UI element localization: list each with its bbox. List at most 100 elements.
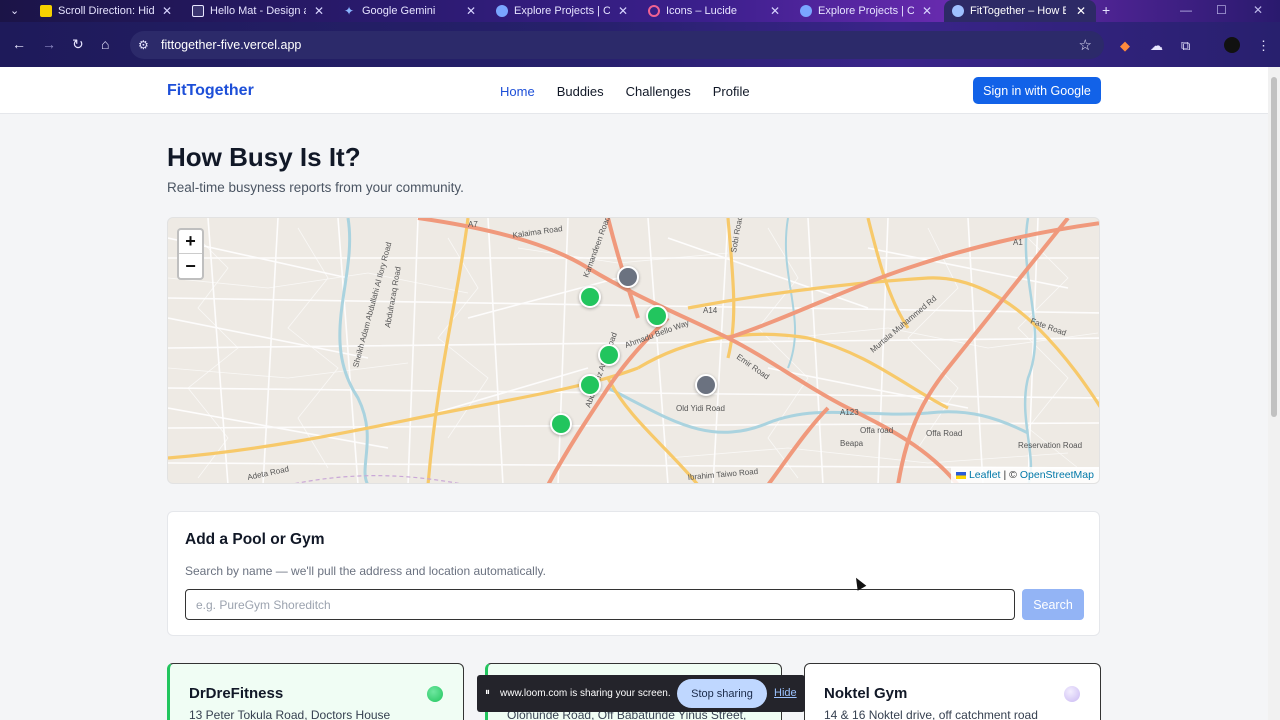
zoom-in-button[interactable]: + xyxy=(179,230,202,254)
hide-banner-link[interactable]: Hide xyxy=(774,687,797,699)
map-road-label: Adeta Road xyxy=(247,464,290,482)
back-icon[interactable]: ← xyxy=(12,36,26,52)
stop-sharing-button[interactable]: Stop sharing xyxy=(677,679,767,708)
map-marker-unknown[interactable] xyxy=(617,266,639,288)
tab-search-icon[interactable]: ⌄ xyxy=(10,4,19,17)
tab-favicon-icon xyxy=(952,5,964,17)
map-marker-quiet[interactable] xyxy=(598,344,620,366)
tab-favicon-icon xyxy=(496,5,508,17)
scrollbar-thumb[interactable] xyxy=(1271,77,1277,417)
tab-close-icon[interactable]: ✕ xyxy=(770,4,780,18)
extension-icon[interactable]: ☁ xyxy=(1150,38,1163,54)
map-road-label: Ibrahim Taiwo Road xyxy=(687,467,758,482)
profile-avatar-icon[interactable] xyxy=(1224,37,1240,53)
address-bar[interactable]: ⚙ fittogether-five.vercel.app ☆ xyxy=(130,31,1104,59)
forward-icon[interactable]: → xyxy=(42,36,56,52)
tab-close-icon[interactable]: ✕ xyxy=(466,4,476,18)
map-road-label: Beapa xyxy=(840,439,864,448)
map-marker-quiet[interactable] xyxy=(646,305,668,327)
pause-icon[interactable]: ⏸ xyxy=(485,687,490,698)
tab-title: FitTogether – How B xyxy=(970,5,1066,17)
gym-card[interactable]: DrDreFitness 13 Peter Tokula Road, Docto… xyxy=(167,663,464,720)
bookmark-star-icon[interactable]: ☆ xyxy=(1079,36,1092,54)
attribution-separator: | © xyxy=(1003,469,1017,481)
map-road-label: A123 xyxy=(840,408,859,417)
busyness-map[interactable]: A7 Kalaima Road Kamandeen Road Sobi Road… xyxy=(167,217,1100,484)
map-road-label: A7 xyxy=(468,220,478,229)
page-scrollbar[interactable] xyxy=(1268,67,1280,720)
tab-favicon-icon xyxy=(800,5,812,17)
page: FitTogether Home Buddies Challenges Prof… xyxy=(0,67,1268,720)
brand-logo[interactable]: FitTogether xyxy=(167,82,254,100)
map-road-label: Sobi Road xyxy=(729,218,744,253)
map-road-label: A1 xyxy=(1013,238,1023,247)
extensions-puzzle-icon[interactable]: ⧉ xyxy=(1181,38,1190,54)
new-tab-icon[interactable]: + xyxy=(1102,2,1110,18)
ukraine-flag-icon xyxy=(955,471,966,479)
tab-close-icon[interactable]: ✕ xyxy=(1076,4,1086,18)
tab-close-icon[interactable]: ✕ xyxy=(162,4,172,18)
browser-tab[interactable]: Hello Mat - Design a ✕ xyxy=(184,0,334,22)
tab-title: Scroll Direction: Hide xyxy=(58,5,154,17)
gym-card[interactable]: Noktel Gym 14 & 16 Noktel drive, off cat… xyxy=(804,663,1101,720)
site-info-icon[interactable]: ⚙ xyxy=(138,38,149,52)
nav-challenges[interactable]: Challenges xyxy=(626,84,691,99)
tab-favicon-icon xyxy=(40,5,52,17)
map-marker-quiet[interactable] xyxy=(579,286,601,308)
map-road-label: Reservation Road xyxy=(1018,441,1082,450)
add-gym-title: Add a Pool or Gym xyxy=(185,531,325,548)
browser-tab-bar: ⌄ Scroll Direction: Hide ✕ Hello Mat - D… xyxy=(0,0,1280,22)
busyness-status-dot xyxy=(427,686,443,702)
minimize-icon[interactable]: — xyxy=(1180,3,1192,17)
screen-share-banner: ⏸ www.loom.com is sharing your screen. S… xyxy=(477,675,805,712)
map-road-label: Kamandeen Road xyxy=(581,218,612,279)
maximize-icon[interactable]: ☐ xyxy=(1216,3,1227,17)
gym-name: DrDreFitness xyxy=(189,685,284,702)
browser-tab[interactable]: Explore Projects | Cy ✕ xyxy=(488,0,638,22)
gym-address: 14 & 16 Noktel drive, off catchment road xyxy=(824,708,1038,720)
gemini-sparkle-icon: ✦ xyxy=(344,4,355,18)
openstreetmap-link[interactable]: OpenStreetMap xyxy=(1020,469,1094,481)
nav-home[interactable]: Home xyxy=(500,84,535,99)
tab-title: Icons – Lucide xyxy=(666,5,737,17)
map-road-label: Abdulrazaq Road xyxy=(383,266,403,328)
tab-close-icon[interactable]: ✕ xyxy=(618,4,628,18)
map-road-label: Kalaima Road xyxy=(512,224,563,240)
metamask-icon[interactable]: ◆ xyxy=(1120,38,1130,54)
map-road-label: Offa road xyxy=(860,426,893,435)
gym-search-input[interactable] xyxy=(185,589,1015,620)
map-marker-quiet[interactable] xyxy=(550,413,572,435)
tab-title: Explore Projects | Cy xyxy=(514,5,610,17)
browser-menu-icon[interactable]: ⋮ xyxy=(1257,38,1270,54)
browser-tab[interactable]: ✦ Google Gemini ✕ xyxy=(336,0,486,22)
browser-tab[interactable]: Explore Projects | Cy ✕ xyxy=(792,0,942,22)
browser-toolbar: ← → ↻ ⌂ ⚙ fittogether-five.vercel.app ☆ … xyxy=(0,22,1280,67)
map-road-label: Emir Road xyxy=(735,352,771,381)
reload-icon[interactable]: ↻ xyxy=(72,36,84,53)
browser-tab[interactable]: Icons – Lucide ✕ xyxy=(640,0,790,22)
gym-search-button[interactable]: Search xyxy=(1022,589,1084,620)
tab-title: Google Gemini xyxy=(362,5,436,17)
address-url[interactable]: fittogether-five.vercel.app xyxy=(161,38,301,52)
leaflet-link[interactable]: Leaflet xyxy=(969,469,1001,481)
sign-in-google-button[interactable]: Sign in with Google xyxy=(973,77,1101,104)
map-road-label: Old Yidi Road xyxy=(676,404,725,413)
home-icon[interactable]: ⌂ xyxy=(101,36,109,52)
close-window-icon[interactable]: ✕ xyxy=(1253,3,1263,17)
browser-tab-active[interactable]: FitTogether – How B ✕ xyxy=(944,0,1096,22)
tab-close-icon[interactable]: ✕ xyxy=(314,4,324,18)
map-marker-unknown[interactable] xyxy=(695,374,717,396)
add-gym-description: Search by name — we'll pull the address … xyxy=(185,564,546,578)
browser-tab[interactable]: Scroll Direction: Hide ✕ xyxy=(32,0,182,22)
tab-close-icon[interactable]: ✕ xyxy=(922,4,932,18)
map-marker-quiet[interactable] xyxy=(579,374,601,396)
tab-title: Explore Projects | Cy xyxy=(818,5,914,17)
add-gym-card: Add a Pool or Gym Search by name — we'll… xyxy=(167,511,1100,636)
zoom-out-button[interactable]: − xyxy=(179,254,202,278)
tab-favicon-icon xyxy=(192,5,204,17)
nav-profile[interactable]: Profile xyxy=(713,84,750,99)
map-tiles: A7 Kalaima Road Kamandeen Road Sobi Road… xyxy=(168,218,1099,483)
gym-address: 13 Peter Tokula Road, Doctors House xyxy=(189,708,391,720)
nav-buddies[interactable]: Buddies xyxy=(557,84,604,99)
map-attribution: Leaflet | © OpenStreetMap xyxy=(950,467,1099,483)
